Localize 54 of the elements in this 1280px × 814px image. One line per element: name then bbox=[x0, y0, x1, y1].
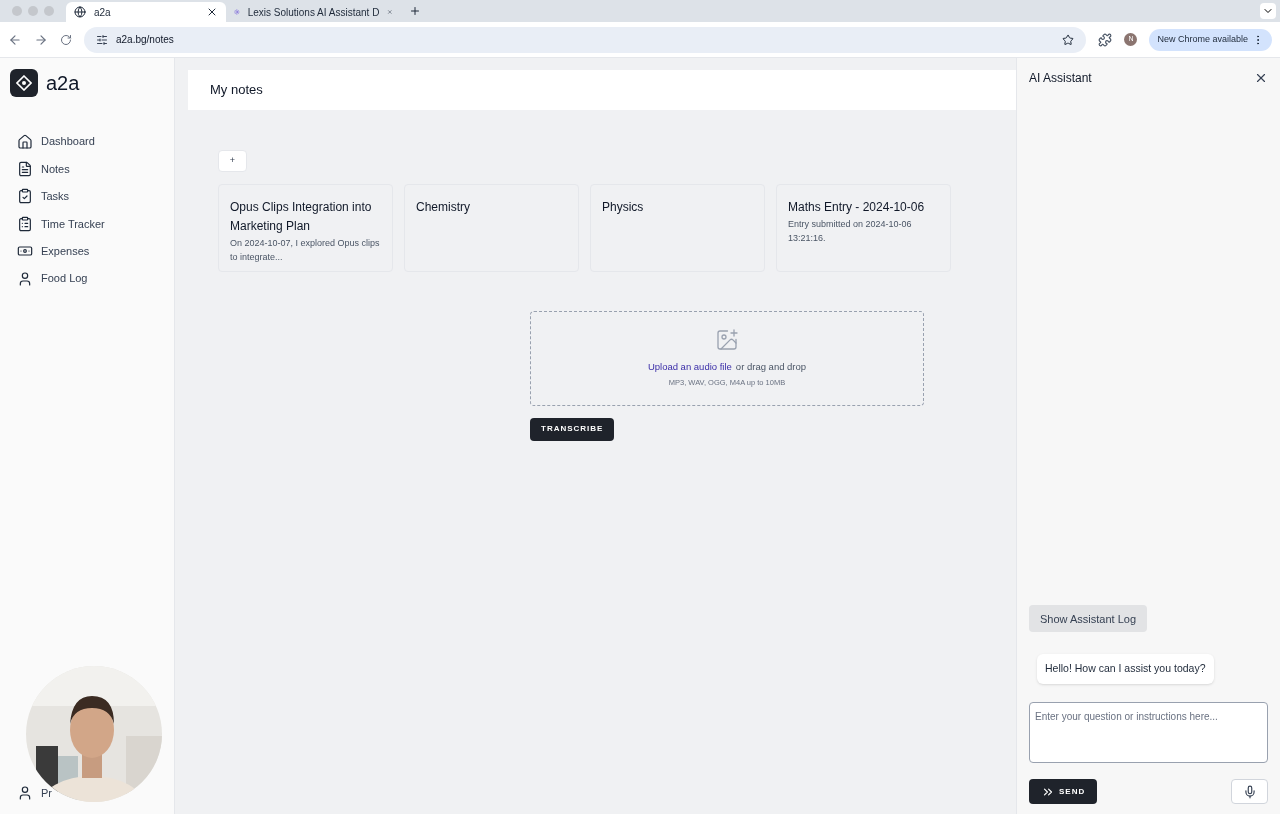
star-burst-icon bbox=[234, 6, 240, 18]
user-icon bbox=[17, 785, 33, 801]
extensions-icon[interactable] bbox=[1098, 32, 1113, 47]
add-note-button[interactable]: + bbox=[218, 149, 247, 172]
note-title: Maths Entry - 2024-10-06 bbox=[788, 198, 926, 216]
bookmark-star-icon[interactable] bbox=[1062, 33, 1075, 46]
user-icon bbox=[17, 270, 33, 287]
site-settings-icon[interactable] bbox=[96, 33, 108, 46]
nav-item[interactable]: Expenses bbox=[0, 237, 174, 265]
forward-icon[interactable] bbox=[34, 32, 48, 47]
microphone-icon bbox=[1242, 784, 1257, 799]
nav-item[interactable]: Notes bbox=[0, 155, 174, 183]
page-title: My notes bbox=[210, 81, 263, 100]
upload-link[interactable]: Upload an audio file bbox=[647, 360, 732, 375]
image-add-icon bbox=[715, 328, 739, 352]
reload-icon[interactable] bbox=[60, 33, 72, 46]
browser-tab[interactable]: a2a bbox=[66, 2, 226, 22]
globe-icon bbox=[74, 6, 86, 18]
home-icon bbox=[17, 133, 33, 150]
new-tab-icon[interactable] bbox=[409, 5, 421, 17]
nav-item[interactable]: Dashboard bbox=[0, 128, 174, 156]
microphone-button[interactable] bbox=[1231, 779, 1268, 804]
nav-item[interactable]: Pr bbox=[17, 780, 52, 806]
note-title: Chemistry bbox=[416, 198, 471, 216]
clipboard-check-icon bbox=[17, 188, 33, 205]
transcribe-button[interactable]: TRANSCRIBE bbox=[530, 417, 615, 441]
close-icon[interactable] bbox=[1254, 71, 1268, 85]
address-bar[interactable]: a2a.bg/notes bbox=[84, 26, 1087, 53]
nav-item[interactable]: Tasks bbox=[0, 182, 174, 211]
upload-instructions: or drag and drop bbox=[735, 360, 807, 374]
close-tab-icon[interactable] bbox=[206, 6, 218, 18]
note-excerpt: On 2024-10-07, I explored Opus clips to integrate... bbox=[230, 236, 381, 264]
browser-tab[interactable]: Lexis Solutions AI Assistant D bbox=[226, 2, 401, 22]
logo-icon bbox=[10, 69, 38, 97]
note-card[interactable]: Maths Entry - 2024-10-06 Entry submitted on 2024-10-06 13:21:16. bbox=[776, 183, 951, 272]
show-log-button[interactable]: Show Assistant Log bbox=[1029, 605, 1147, 633]
chat-message: Hello! How can I assist you today? bbox=[1037, 654, 1214, 684]
note-title: Opus Clips Integration into Marketing Plan bbox=[230, 198, 373, 235]
nav-item[interactable]: Time Tracker bbox=[0, 210, 174, 238]
update-chip[interactable]: New Chrome available bbox=[1149, 28, 1272, 51]
note-title: Physics bbox=[602, 198, 645, 216]
tab-list-button[interactable] bbox=[1260, 3, 1276, 19]
send-button[interactable]: SEND bbox=[1029, 779, 1098, 804]
back-icon[interactable] bbox=[8, 32, 22, 47]
note-card[interactable]: Physics bbox=[590, 183, 765, 272]
clipboard-list-icon bbox=[17, 215, 33, 232]
note-card[interactable]: Opus Clips Integration into Marketing Plan On 2024-10-07, I explored Opus clips to integrate... bbox=[218, 183, 393, 272]
note-card[interactable]: Chemistry bbox=[404, 183, 579, 272]
panel-title: AI Assistant bbox=[1029, 70, 1092, 87]
document-icon bbox=[17, 161, 33, 178]
message-input[interactable]: Enter your question or instructions here... bbox=[1029, 702, 1268, 763]
note-excerpt: Entry submitted on 2024-10-06 13:21:16. bbox=[788, 217, 913, 245]
nav-item[interactable]: Food Log bbox=[0, 264, 174, 293]
brand-name: a2a bbox=[46, 71, 80, 96]
